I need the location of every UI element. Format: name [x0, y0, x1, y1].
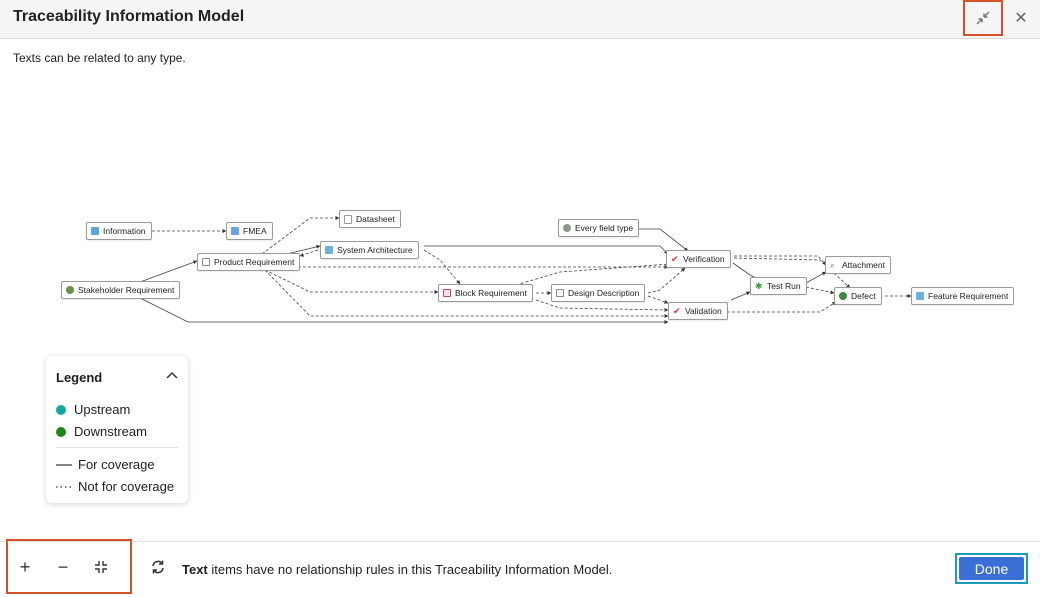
node-feature-requirement[interactable]: Feature Requirement: [911, 287, 1015, 305]
feature-requirement-icon: [916, 292, 924, 300]
node-every-field-type[interactable]: Every field type: [558, 219, 640, 237]
bug-icon: [839, 292, 847, 300]
node-block-requirement[interactable]: Block Requirement: [438, 284, 533, 302]
node-label: System Architecture: [337, 245, 413, 255]
node-design-description[interactable]: Design Description: [551, 284, 646, 302]
solid-line-icon: [56, 463, 72, 466]
downstream-dot: [56, 426, 66, 437]
test-run-icon: ✱: [755, 281, 763, 291]
legend-panel: Legend Upstream Downstream For coverage …: [46, 356, 188, 503]
node-label: Product Requirement: [214, 257, 295, 267]
node-label: Feature Requirement: [928, 291, 1009, 301]
zoom-controls: + −: [6, 539, 132, 594]
legend-downstream-label: Downstream: [74, 424, 147, 439]
node-label: Attachment: [842, 260, 885, 270]
datasheet-icon: [344, 214, 352, 224]
design-description-icon: [556, 289, 564, 297]
node-datasheet[interactable]: Datasheet: [339, 210, 401, 228]
paperclip-icon: ⌕: [830, 260, 836, 270]
node-attachment[interactable]: ⌕ Attachment: [825, 256, 891, 274]
checkmark-icon: ✔: [673, 306, 681, 316]
legend-upstream: Upstream: [56, 402, 130, 417]
legend-not-coverage-label: Not for coverage: [78, 479, 175, 494]
node-label: Block Requirement: [455, 288, 527, 298]
product-requirement-icon: [202, 258, 210, 266]
node-label: Design Description: [568, 288, 640, 298]
legend-divider: [56, 447, 178, 448]
node-information[interactable]: Information: [86, 222, 152, 240]
done-button[interactable]: Done: [959, 557, 1024, 580]
node-label: Datasheet: [356, 214, 395, 224]
node-system-architecture[interactable]: System Architecture: [320, 241, 419, 259]
upstream-dot: [56, 404, 66, 415]
node-label: Defect: [851, 291, 876, 301]
system-architecture-icon: [325, 246, 333, 254]
zoom-in-button[interactable]: +: [14, 556, 36, 578]
node-label: FMEA: [243, 226, 267, 236]
chevron-up-icon[interactable]: [165, 369, 179, 383]
node-defect[interactable]: Defect: [834, 287, 882, 305]
zoom-out-button[interactable]: −: [52, 556, 74, 578]
fit-screen-icon: [95, 561, 107, 573]
node-label: Validation: [685, 306, 722, 316]
node-verification[interactable]: ✔ Verification: [666, 250, 731, 268]
footer-message-rest: items have no relationship rules in this…: [207, 562, 613, 577]
node-stakeholder-requirement[interactable]: Stakeholder Requirement: [61, 281, 181, 299]
fmea-icon: [231, 227, 239, 235]
minus-icon: −: [57, 556, 69, 577]
node-label: Stakeholder Requirement: [78, 285, 175, 295]
legend-downstream: Downstream: [56, 424, 147, 439]
fit-to-screen-button[interactable]: [90, 556, 112, 578]
info-icon: [91, 227, 99, 235]
node-label: Test Run: [767, 281, 801, 291]
footer-message: Text items have no relationship rules in…: [182, 562, 612, 577]
node-fmea[interactable]: FMEA: [226, 222, 273, 240]
node-label: Information: [103, 226, 146, 236]
every-field-type-icon: [563, 224, 571, 232]
refresh-icon[interactable]: [150, 559, 166, 575]
stakeholder-icon: [66, 286, 74, 294]
done-button-focus: Done: [955, 553, 1028, 584]
legend-title: Legend: [56, 370, 103, 385]
dotted-line-icon: [56, 485, 72, 488]
node-test-run[interactable]: ✱ Test Run: [750, 277, 807, 295]
block-requirement-icon: [443, 289, 451, 297]
node-label: Every field type: [575, 223, 634, 233]
legend-coverage: For coverage: [56, 457, 155, 472]
node-label: Verification: [683, 254, 725, 264]
plus-icon: +: [19, 556, 31, 577]
node-product-requirement[interactable]: Product Requirement: [197, 253, 301, 271]
legend-upstream-label: Upstream: [74, 402, 131, 417]
footer-message-bold: Text: [182, 562, 208, 577]
node-validation[interactable]: ✔ Validation: [668, 302, 728, 320]
legend-not-coverage: Not for coverage: [56, 479, 174, 494]
checkmark-icon: ✔: [671, 254, 679, 264]
legend-coverage-label: For coverage: [78, 457, 155, 472]
